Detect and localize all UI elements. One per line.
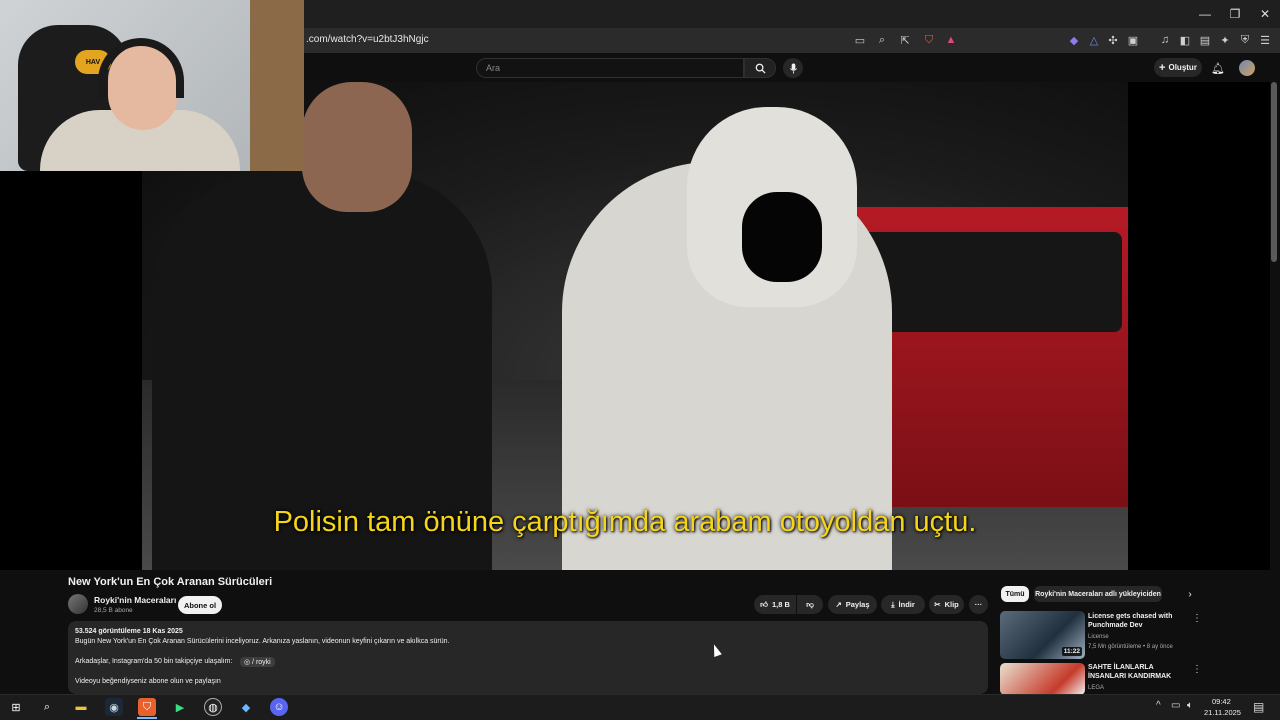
volume-icon[interactable]: 🔈︎	[1187, 700, 1193, 711]
webcam-door	[250, 0, 304, 171]
description-line: Arkadaşlar, Instagram'da 50 bin takipçiy…	[75, 658, 233, 665]
clip-label: Klip	[944, 600, 959, 609]
discord-icon[interactable]: ☺	[270, 698, 288, 716]
download-icon: ⤓	[891, 599, 895, 609]
dislike-button[interactable]: 👎︎	[797, 595, 823, 614]
video-title: New York'un En Çok Aranan Sürücüleri	[68, 576, 273, 588]
launcher-icon[interactable]: ◆	[237, 698, 255, 716]
ai-icon[interactable]: ✦	[1217, 32, 1233, 48]
video-person-left-head	[302, 82, 412, 212]
search-button[interactable]	[744, 58, 776, 78]
like-count: 1,8 B	[771, 600, 790, 609]
start-icon[interactable]: ⊞	[7, 698, 25, 716]
kebab-menu-icon[interactable]: ⋮	[1192, 662, 1202, 676]
video-mask	[742, 192, 822, 282]
notification-center-icon[interactable]: ▤	[1253, 700, 1264, 714]
thumbs-up-icon: 👍︎	[760, 599, 768, 609]
brave-shield-icon[interactable]: ⛉	[921, 32, 937, 48]
url-input[interactable]: .com/watch?v=u2btJ3hNgjc	[306, 34, 429, 45]
scissors-icon: ✂	[934, 600, 941, 609]
shield-icon[interactable]: ⛨	[1237, 32, 1253, 48]
video-subtitle: Polisin tam önüne çarptığımda arabam oto…	[273, 506, 977, 538]
cast-icon[interactable]: ▭	[852, 32, 868, 48]
recommendation-meta: 7,5 Mn görüntüleme • 8 ay önce	[1088, 644, 1173, 650]
recommendation-thumbnail[interactable]	[1000, 663, 1085, 695]
description-line: Bugün New York'un En Çok Aranan Sürücüle…	[75, 638, 450, 645]
description-line: Videoyu beğendiyseniz abone olun ve payl…	[75, 678, 221, 685]
instagram-link[interactable]: ◎ / royki	[240, 657, 275, 667]
page-scrollbar[interactable]	[1271, 82, 1277, 262]
brave-icon[interactable]: ⛉	[138, 698, 156, 716]
vpn-icon[interactable]: ◆	[1066, 32, 1082, 48]
recommendation-thumbnail[interactable]: 11:22	[1000, 611, 1085, 659]
video-duration: 11:22	[1061, 647, 1082, 656]
share-arrow-icon: ↗	[835, 600, 842, 609]
like-button[interactable]: 👍︎ 1,8 B	[754, 595, 796, 614]
wallet-icon[interactable]: ▤	[1197, 32, 1213, 48]
search-icon	[755, 63, 766, 74]
restore-button[interactable]: ❐	[1220, 0, 1250, 28]
account-avatar[interactable]	[1239, 60, 1255, 76]
share-icon[interactable]: ⇱	[897, 32, 913, 48]
media-icon[interactable]: ♫	[1157, 32, 1173, 48]
sidebar-icon[interactable]: ◧	[1177, 32, 1193, 48]
share-label: Paylaş	[845, 600, 870, 609]
chevron-right-icon[interactable]: ›	[1182, 586, 1198, 602]
terminal-icon[interactable]: ▶	[171, 698, 189, 716]
clip-button[interactable]: ✂ Klip	[929, 595, 964, 614]
brave-rewards-icon[interactable]: ▲	[943, 32, 959, 48]
mic-icon	[789, 62, 797, 74]
notifications-bell-icon[interactable]: 🔔︎	[1210, 60, 1226, 76]
view-count-date: 53.524 görüntüleme 18 Kas 2025	[75, 628, 183, 635]
active-app-indicator	[137, 717, 157, 719]
close-button[interactable]: ✕	[1250, 0, 1280, 28]
share-button[interactable]: ↗ Paylaş	[828, 595, 877, 614]
tab-search-icon[interactable]: ▣	[1125, 32, 1141, 48]
chip-channel[interactable]: Royki'nin Maceraları adlı yükleyiciden	[1034, 586, 1162, 602]
recommendation-channel[interactable]: License	[1088, 634, 1109, 640]
search-input[interactable]: Ara	[476, 58, 744, 78]
kebab-menu-icon[interactable]: ⋮	[1192, 611, 1202, 625]
steam-icon[interactable]: ◉	[105, 698, 123, 716]
clock-date[interactable]: 21.11.2025	[1204, 708, 1241, 717]
thumbs-down-icon: 👎︎	[806, 599, 814, 609]
extensions-icon[interactable]: ✣	[1105, 32, 1121, 48]
channel-avatar[interactable]	[68, 594, 88, 614]
more-actions-button[interactable]: ···	[969, 595, 988, 614]
taskbar	[0, 694, 1280, 720]
minimize-button[interactable]: —	[1190, 0, 1220, 28]
channel-name[interactable]: Royki'nin Maceraları	[94, 595, 176, 605]
create-button[interactable]: + Oluştur	[1154, 58, 1202, 77]
tray-chevron-icon[interactable]: ^	[1156, 700, 1161, 711]
chip-all[interactable]: Tümü	[1001, 586, 1029, 602]
plus-icon: +	[1159, 61, 1166, 74]
voice-search-button[interactable]	[783, 58, 803, 78]
file-explorer-icon[interactable]: ▬	[72, 698, 90, 716]
download-button[interactable]: ⤓ İndir	[881, 595, 925, 614]
subscribe-button[interactable]: Abone ol	[178, 596, 222, 614]
recommendation-channel[interactable]: LEGA	[1088, 685, 1104, 691]
download-label: İndir	[898, 600, 915, 609]
create-label: Oluştur	[1168, 63, 1197, 72]
menu-icon[interactable]: ☰	[1257, 32, 1273, 48]
clock-time[interactable]: 09:42	[1212, 697, 1231, 706]
recommendation-title[interactable]: License gets chased with Punchmade Dev	[1088, 612, 1190, 630]
obs-icon[interactable]: ◍	[204, 698, 222, 716]
network-icon[interactable]: ▭	[1171, 700, 1180, 711]
search-icon[interactable]: ⌕	[38, 698, 56, 716]
webcam-overlay: HAV	[0, 0, 304, 171]
zoom-icon[interactable]: ⌕	[874, 32, 890, 48]
channel-subscriber-count: 28,5 B abone	[94, 607, 133, 614]
recommendation-title[interactable]: SAHTE İLANLARLA İNSANLARI KANDIRMAK	[1088, 663, 1190, 681]
leo-icon[interactable]: △	[1086, 32, 1102, 48]
